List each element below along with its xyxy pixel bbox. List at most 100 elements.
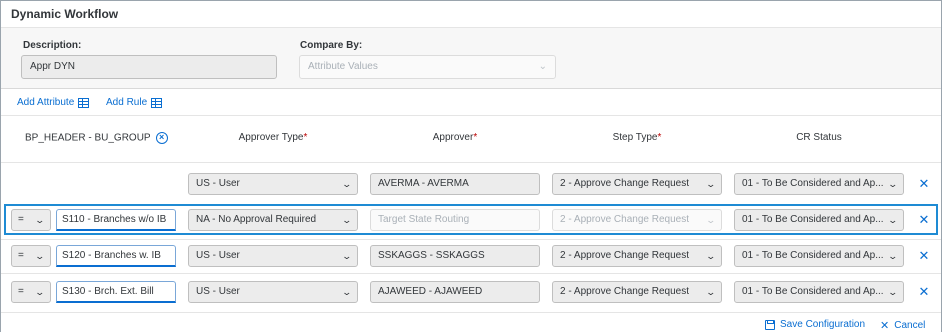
header-form: Description: Appr DYN Compare By: Attrib…: [1, 27, 941, 89]
save-icon: [765, 319, 775, 330]
add-attribute-button[interactable]: Add Attribute: [17, 97, 90, 108]
compare-by-placeholder: Attribute Values: [308, 61, 378, 72]
add-rule-label: Add Rule: [106, 97, 148, 108]
dynamic-workflow-panel: Dynamic Workflow Description: Appr DYN C…: [0, 0, 942, 332]
cancel-button[interactable]: ✕ Cancel: [880, 319, 925, 332]
chevron-down-icon: ⌄: [705, 251, 717, 261]
chevron-down-icon: ⌄: [341, 251, 353, 261]
chevron-down-icon: ⌄: [34, 251, 46, 261]
step-type-select[interactable]: 2 - Approve Change Request ⌄: [552, 281, 722, 303]
approver-value: Target State Routing: [378, 214, 470, 225]
remove-attribute-icon[interactable]: ×: [155, 132, 168, 144]
row-divider: [1, 239, 941, 240]
operator-value: =: [18, 286, 24, 297]
cr-status-select[interactable]: 01 - To Be Considered and Ap... ⌄: [734, 245, 904, 267]
toolbar: Add Attribute Add Rule: [1, 90, 941, 116]
cr-status-value: 01 - To Be Considered and Ap...: [742, 250, 884, 261]
chevron-down-icon: ⌄: [887, 251, 899, 261]
footer-toolbar: Save Configuration ✕ Cancel: [1, 312, 941, 332]
approver-column-label: Approver: [432, 132, 474, 143]
cancel-label: Cancel: [894, 320, 926, 331]
cr-status-select[interactable]: 01 - To Be Considered and Ap... ⌄: [734, 209, 904, 231]
cr-status-select[interactable]: 01 - To Be Considered and Ap... ⌄: [734, 281, 904, 303]
approver-input[interactable]: AVERMA - AVERMA: [370, 173, 540, 195]
attribute-value-input[interactable]: S130 - Brch. Ext. Bill: [56, 281, 176, 303]
attribute-column-label: BP_HEADER - BU_GROUP: [25, 132, 151, 144]
column-header-step-type: Step Type*: [552, 132, 722, 143]
chevron-down-icon: ⌄: [34, 215, 46, 225]
approver-type-select[interactable]: NA - No Approval Required ⌄: [188, 209, 358, 231]
step-type-select[interactable]: 2 - Approve Change Request ⌄: [552, 173, 722, 195]
compare-by-select[interactable]: Attribute Values ⌄: [299, 55, 556, 79]
save-configuration-button[interactable]: Save Configuration: [765, 319, 865, 330]
chevron-down-icon: ⌄: [705, 215, 717, 225]
chevron-down-icon: ⌄: [887, 287, 899, 297]
step-type-column-label: Step Type: [612, 132, 658, 143]
step-type-value: 2 - Approve Change Request: [560, 214, 689, 225]
cr-status-value: 01 - To Be Considered and Ap...: [742, 178, 884, 189]
column-header-approver-type: Approver Type*: [188, 132, 358, 143]
delete-row-close-icon[interactable]: ✕: [917, 213, 931, 227]
required-mark: *: [657, 132, 662, 143]
operator-value: =: [18, 250, 24, 261]
approver-type-value: US - User: [196, 250, 240, 261]
save-configuration-label: Save Configuration: [780, 319, 866, 330]
delete-row-close-icon[interactable]: ✕: [917, 177, 931, 191]
approver-type-select[interactable]: US - User ⌄: [188, 245, 358, 267]
column-header-cr-status: CR Status: [734, 132, 904, 143]
cr-status-select[interactable]: 01 - To Be Considered and Ap... ⌄: [734, 173, 904, 195]
delete-row-close-icon[interactable]: ✕: [917, 285, 931, 299]
required-mark: *: [303, 132, 308, 143]
approver-value: AVERMA - AVERMA: [378, 178, 469, 189]
chevron-down-icon: ⌄: [887, 179, 899, 189]
operator-value: =: [18, 214, 24, 225]
description-label: Description:: [23, 40, 82, 51]
delete-row-close-icon[interactable]: ✕: [917, 249, 931, 263]
row-divider: [1, 162, 941, 163]
approver-type-select[interactable]: US - User ⌄: [188, 281, 358, 303]
approver-value: SSKAGGS - SSKAGGS: [378, 250, 485, 261]
row-divider: [1, 273, 941, 274]
chevron-down-icon: ⌄: [887, 215, 899, 225]
description-field[interactable]: Appr DYN: [21, 55, 277, 79]
page-title: Dynamic Workflow: [11, 7, 119, 21]
approver-value: AJAWEED - AJAWEED: [378, 286, 483, 297]
chevron-down-icon: ⌄: [705, 287, 717, 297]
chevron-down-icon: ⌄: [341, 287, 353, 297]
table-grid-icon: [78, 97, 90, 108]
chevron-down-icon: ⌄: [341, 215, 353, 225]
approver-type-value: US - User: [196, 178, 240, 189]
cr-status-value: 01 - To Be Considered and Ap...: [742, 286, 884, 297]
approver-input[interactable]: Target State Routing: [370, 209, 540, 231]
step-type-value: 2 - Approve Change Request: [560, 178, 689, 189]
operator-select[interactable]: = ⌄: [11, 245, 51, 267]
step-type-value: 2 - Approve Change Request: [560, 250, 689, 261]
approver-type-value: NA - No Approval Required: [196, 214, 317, 225]
add-rule-button[interactable]: Add Rule: [106, 97, 163, 108]
chevron-down-icon: ⌄: [34, 287, 46, 297]
chevron-down-icon: ⌄: [705, 179, 717, 189]
operator-select[interactable]: = ⌄: [11, 281, 51, 303]
approver-type-value: US - User: [196, 286, 240, 297]
cr-status-value: 01 - To Be Considered and Ap...: [742, 214, 884, 225]
step-type-select[interactable]: 2 - Approve Change Request ⌄: [552, 209, 722, 231]
approver-type-select[interactable]: US - User ⌄: [188, 173, 358, 195]
compare-by-label: Compare By:: [300, 40, 363, 51]
description-value: Appr DYN: [30, 61, 76, 72]
attribute-value-input[interactable]: S120 - Branches w. IB: [56, 245, 176, 267]
operator-select[interactable]: = ⌄: [11, 209, 51, 231]
cr-status-column-label: CR Status: [796, 132, 842, 143]
table-grid-icon: [151, 97, 163, 108]
step-type-select[interactable]: 2 - Approve Change Request ⌄: [552, 245, 722, 267]
add-attribute-label: Add Attribute: [17, 97, 75, 108]
column-header-approver: Approver*: [370, 132, 540, 143]
attribute-value-input[interactable]: S110 - Branches w/o IB: [56, 209, 176, 231]
step-type-value: 2 - Approve Change Request: [560, 286, 689, 297]
approver-input[interactable]: SSKAGGS - SSKAGGS: [370, 245, 540, 267]
attribute-value: S110 - Branches w/o IB: [62, 214, 167, 225]
approver-input[interactable]: AJAWEED - AJAWEED: [370, 281, 540, 303]
attribute-value: S130 - Brch. Ext. Bill: [62, 286, 154, 297]
approver-type-column-label: Approver Type: [238, 132, 304, 143]
attribute-value: S120 - Branches w. IB: [62, 250, 161, 261]
column-header-attribute: BP_HEADER - BU_GROUP ×: [25, 132, 168, 144]
